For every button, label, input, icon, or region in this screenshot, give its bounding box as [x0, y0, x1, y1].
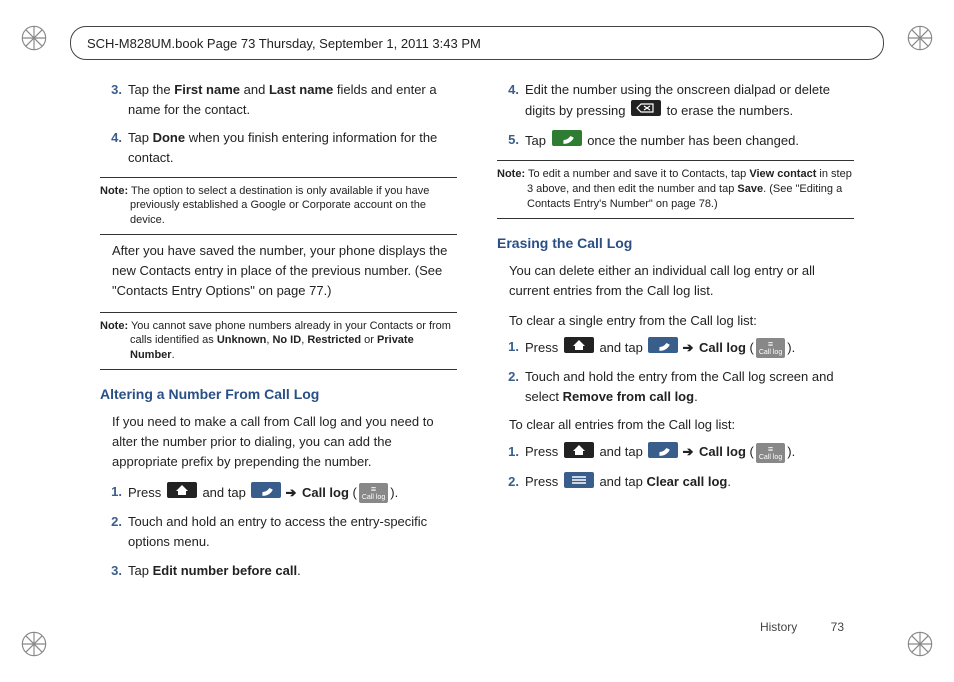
step-number: 2. — [497, 367, 519, 387]
arrow-icon: ➔ — [682, 340, 693, 355]
backspace-icon — [631, 100, 661, 122]
corner-mark-icon — [20, 630, 48, 658]
page-header: SCH-M828UM.book Page 73 Thursday, Septem… — [70, 26, 884, 60]
step-item: 2. Press and tap Clear call log. — [525, 472, 854, 494]
step-number: 2. — [100, 512, 122, 532]
divider — [497, 218, 854, 219]
phone-icon — [552, 130, 582, 152]
corner-mark-icon — [20, 24, 48, 52]
paragraph: You can delete either an individual call… — [509, 261, 854, 301]
section-heading: Altering a Number From Call Log — [100, 384, 457, 406]
home-key-icon — [564, 337, 594, 359]
step-text: Tap once the number has been changed. — [525, 133, 799, 148]
divider — [497, 160, 854, 161]
step-item: 4. Tap Done when you finish entering inf… — [128, 128, 457, 168]
step-text: Edit the number using the onscreen dialp… — [525, 82, 830, 118]
step-item: 3. Tap Edit number before call. — [128, 561, 457, 581]
step-text: Touch and hold the entry from the Call l… — [525, 369, 834, 404]
phone-icon — [251, 482, 281, 504]
arrow-icon: ➔ — [285, 485, 296, 500]
paragraph: To clear a single entry from the Call lo… — [509, 311, 854, 331]
step-item: 2. Touch and hold the entry from the Cal… — [525, 367, 854, 407]
note-text: Note: To edit a number and save it to Co… — [497, 167, 854, 212]
step-item: 1. Press and tap ➔ Call log (Call log). — [525, 442, 854, 464]
paragraph: If you need to make a call from Call log… — [112, 412, 457, 472]
step-item: 5. Tap once the number has been changed. — [525, 130, 854, 152]
step-number: 3. — [100, 80, 122, 100]
phone-icon — [648, 442, 678, 464]
left-column: 3. Tap the First name and Last name fiel… — [100, 80, 457, 622]
step-item: 1. Press and tap ➔ Call log (Call log). — [128, 482, 457, 504]
note-text: Note: You cannot save phone numbers alre… — [100, 319, 457, 364]
step-text: Press and tap ➔ Call log (Call log). — [128, 485, 398, 500]
divider — [100, 369, 457, 370]
phone-icon — [648, 337, 678, 359]
step-text: Tap Edit number before call. — [128, 563, 301, 578]
footer-section: History — [760, 620, 797, 634]
paragraph: After you have saved the number, your ph… — [112, 241, 457, 301]
step-item: 2. Touch and hold an entry to access the… — [128, 512, 457, 552]
step-item: 1. Press and tap ➔ Call log (Call log). — [525, 337, 854, 359]
menu-key-icon — [564, 472, 594, 494]
header-text: SCH-M828UM.book Page 73 Thursday, Septem… — [87, 36, 481, 51]
page-footer: History 73 — [760, 620, 844, 634]
step-text: Touch and hold an entry to access the en… — [128, 514, 427, 549]
home-key-icon — [564, 442, 594, 464]
call-log-icon: Call log — [359, 483, 388, 503]
paragraph: To clear all entries from the Call log l… — [509, 415, 854, 435]
note-text: Note: The option to select a destination… — [100, 184, 457, 229]
call-log-icon: Call log — [756, 338, 785, 358]
step-number: 1. — [100, 482, 122, 502]
step-item: 4. Edit the number using the onscreen di… — [525, 80, 854, 122]
step-text: Press and tap Clear call log. — [525, 474, 731, 489]
page-body: 3. Tap the First name and Last name fiel… — [100, 80, 854, 622]
step-number: 2. — [497, 472, 519, 492]
home-key-icon — [167, 482, 197, 504]
step-text: Tap Done when you finish entering inform… — [128, 130, 437, 165]
corner-mark-icon — [906, 630, 934, 658]
step-text: Press and tap ➔ Call log (Call log). — [525, 444, 795, 459]
section-heading: Erasing the Call Log — [497, 233, 854, 255]
step-number: 1. — [497, 442, 519, 462]
step-number: 1. — [497, 337, 519, 357]
step-number: 5. — [497, 130, 519, 150]
divider — [100, 234, 457, 235]
divider — [100, 312, 457, 313]
right-column: 4. Edit the number using the onscreen di… — [497, 80, 854, 622]
step-number: 3. — [100, 561, 122, 581]
footer-page-number: 73 — [831, 620, 844, 634]
step-text: Tap the First name and Last name fields … — [128, 82, 437, 117]
call-log-icon: Call log — [756, 443, 785, 463]
step-text: Press and tap ➔ Call log (Call log). — [525, 340, 795, 355]
step-number: 4. — [497, 80, 519, 100]
divider — [100, 177, 457, 178]
step-number: 4. — [100, 128, 122, 148]
arrow-icon: ➔ — [682, 444, 693, 459]
step-item: 3. Tap the First name and Last name fiel… — [128, 80, 457, 120]
corner-mark-icon — [906, 24, 934, 52]
